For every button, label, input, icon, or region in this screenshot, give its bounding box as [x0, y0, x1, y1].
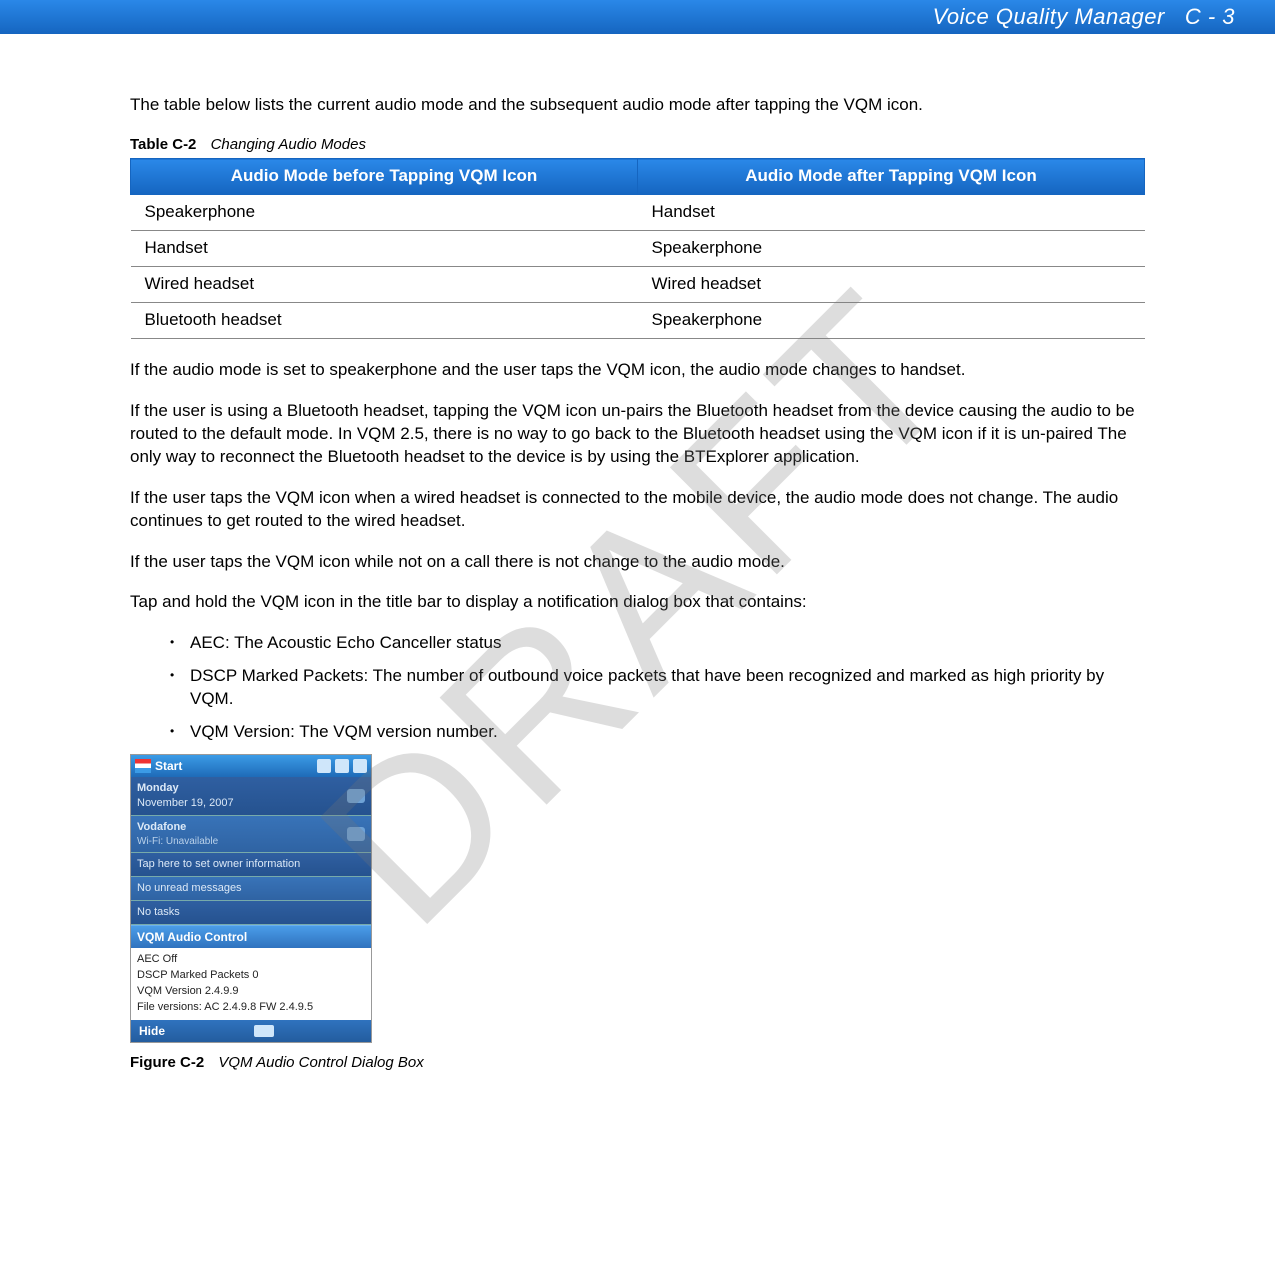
table-row: Handset Speakerphone	[131, 231, 1145, 267]
battery-icon	[353, 759, 367, 773]
figure-label: Figure C-2	[130, 1054, 204, 1071]
screenshot-titlebar: Start	[131, 755, 371, 777]
screenshot-carrier: Vodafone	[137, 820, 218, 835]
screenshot-dialog-title: VQM Audio Control	[131, 925, 371, 948]
screenshot-wifi: Wi-Fi: Unavailable	[137, 835, 218, 849]
screenshot-messages: No unread messages	[137, 881, 242, 896]
table-cell: Speakerphone	[638, 302, 1145, 338]
figure-caption: Figure C-2 VQM Audio Control Dialog Box	[130, 1053, 1145, 1073]
header-section-title: Voice Quality Manager	[933, 4, 1165, 30]
volume-icon	[335, 759, 349, 773]
table-row: Wired headset Wired headset	[131, 267, 1145, 303]
bullet-list: AEC: The Acoustic Echo Canceller status …	[130, 632, 1145, 744]
table-cell: Bluetooth headset	[131, 302, 638, 338]
list-item: AEC: The Acoustic Echo Canceller status	[170, 632, 1145, 655]
table-row: Bluetooth headset Speakerphone	[131, 302, 1145, 338]
table-title: Changing Audio Modes	[211, 136, 366, 153]
screenshot-owner: Tap here to set owner information	[137, 857, 300, 872]
screenshot-date-row: Monday November 19, 2007	[131, 777, 371, 816]
screenshot-day: Monday	[137, 781, 234, 796]
screenshot-dialog-body: AEC Off DSCP Marked Packets 0 VQM Versio…	[131, 948, 371, 1020]
page-header: Voice Quality Manager C - 3	[0, 0, 1275, 34]
table-cell: Handset	[638, 195, 1145, 231]
body-paragraph: If the audio mode is set to speakerphone…	[130, 359, 1145, 382]
screenshot-hide: Hide	[139, 1023, 165, 1039]
table-header-before: Audio Mode before Tapping VQM Icon	[131, 159, 638, 195]
intro-paragraph: The table below lists the current audio …	[130, 94, 1145, 117]
network-icon	[347, 827, 365, 841]
body-paragraph: If the user taps the VQM icon while not …	[130, 551, 1145, 574]
table-cell: Handset	[131, 231, 638, 267]
screenshot-tasks-row: No tasks	[131, 901, 371, 925]
screenshot-aec: AEC Off	[137, 952, 365, 968]
signal-icon	[317, 759, 331, 773]
start-flag-icon	[135, 759, 151, 773]
screenshot-dscp: DSCP Marked Packets 0	[137, 968, 365, 984]
table-label: Table C-2	[130, 136, 196, 153]
body-paragraph: Tap and hold the VQM icon in the title b…	[130, 591, 1145, 614]
device-screenshot: Start Monday November 19, 2007 Vodafone …	[130, 754, 372, 1043]
screenshot-messages-row: No unread messages	[131, 877, 371, 901]
screenshot-fileversions: File versions: AC 2.4.9.8 FW 2.4.9.5	[137, 1000, 365, 1016]
table-cell: Speakerphone	[131, 195, 638, 231]
body-paragraph: If the user taps the VQM icon when a wir…	[130, 487, 1145, 533]
table-header-after: Audio Mode after Tapping VQM Icon	[638, 159, 1145, 195]
page-content: The table below lists the current audio …	[0, 34, 1275, 1116]
body-paragraph: If the user is using a Bluetooth headset…	[130, 400, 1145, 469]
list-item: DSCP Marked Packets: The number of outbo…	[170, 665, 1145, 711]
table-row: Speakerphone Handset	[131, 195, 1145, 231]
figure-title: VQM Audio Control Dialog Box	[218, 1054, 423, 1071]
header-page-number: C - 3	[1185, 4, 1235, 30]
clock-icon	[347, 789, 365, 803]
table-cell: Speakerphone	[638, 231, 1145, 267]
list-item: VQM Version: The VQM version number.	[170, 721, 1145, 744]
audio-modes-table: Audio Mode before Tapping VQM Icon Audio…	[130, 158, 1145, 339]
table-cell: Wired headset	[638, 267, 1145, 303]
keyboard-icon	[254, 1025, 274, 1037]
start-label: Start	[155, 758, 182, 774]
table-caption: Table C-2 Changing Audio Modes	[130, 135, 1145, 155]
screenshot-version: VQM Version 2.4.9.9	[137, 984, 365, 1000]
screenshot-carrier-row: Vodafone Wi-Fi: Unavailable	[131, 816, 371, 853]
table-cell: Wired headset	[131, 267, 638, 303]
screenshot-date: November 19, 2007	[137, 796, 234, 811]
screenshot-bottombar: Hide	[131, 1020, 371, 1042]
screenshot-tasks: No tasks	[137, 905, 180, 920]
screenshot-owner-row: Tap here to set owner information	[131, 853, 371, 877]
